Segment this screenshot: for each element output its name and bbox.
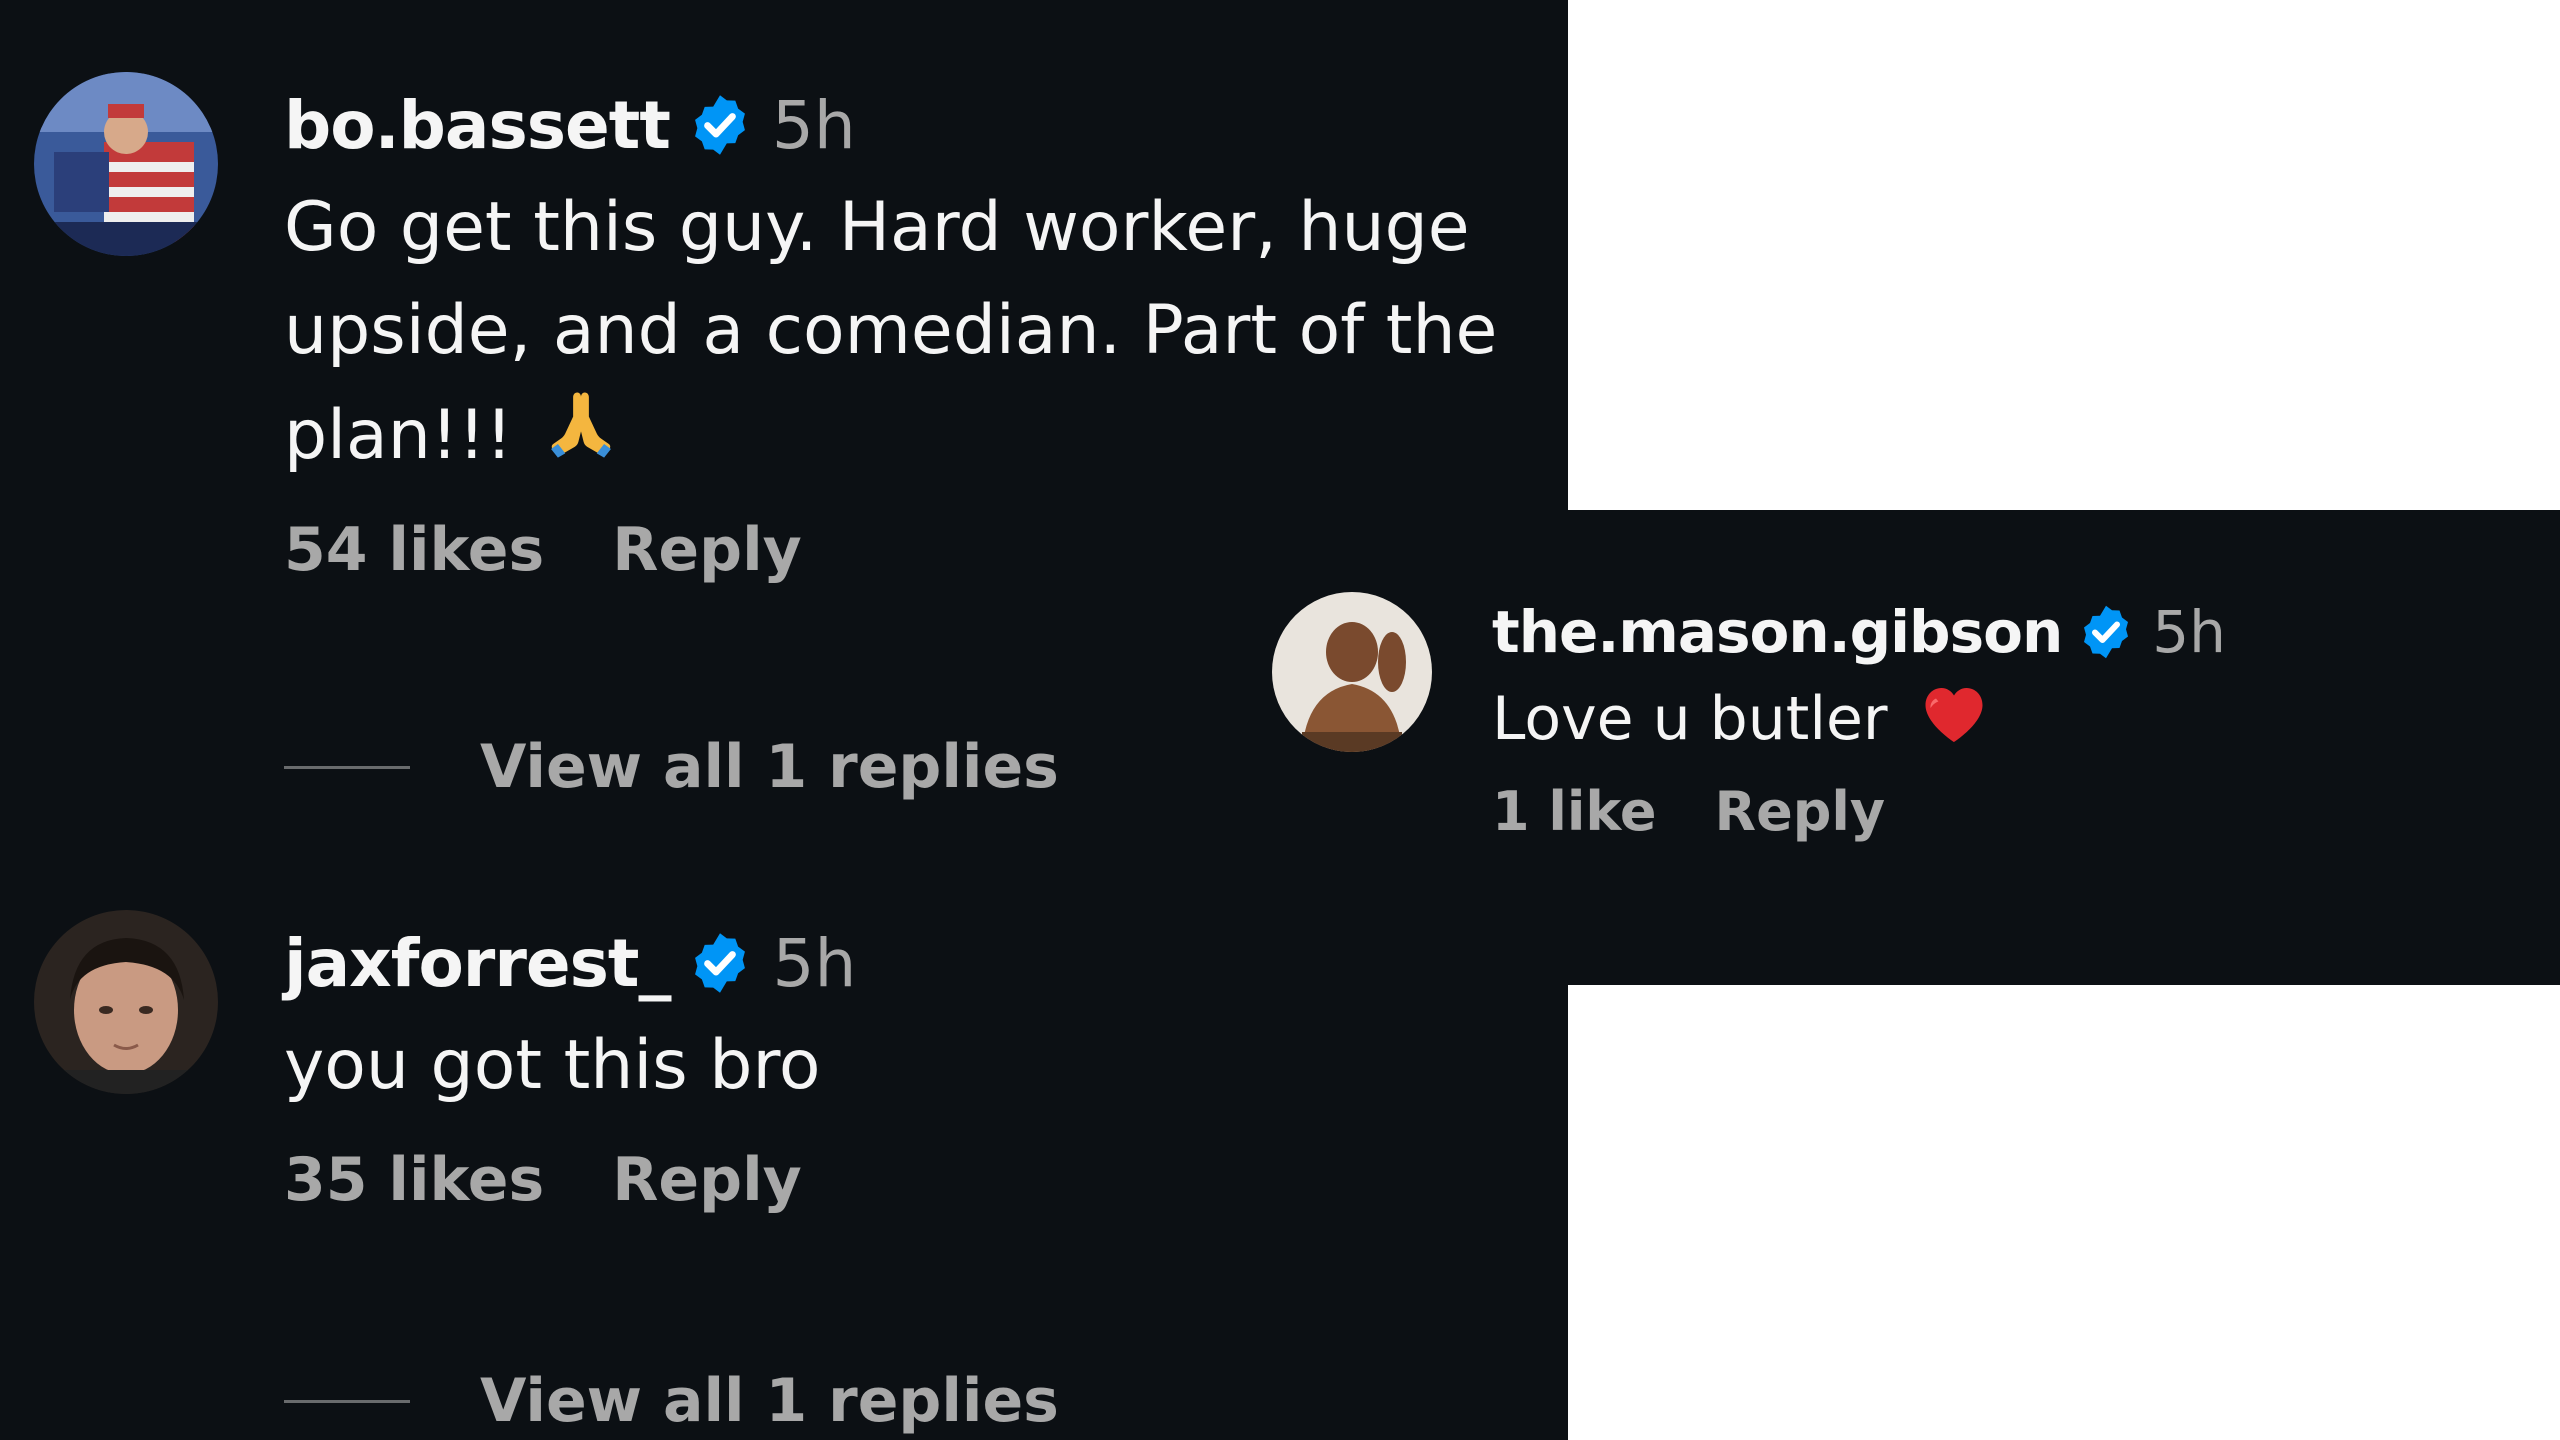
verified-badge-icon — [686, 91, 754, 159]
view-replies-button[interactable]: View all 1 replies — [284, 732, 1059, 802]
replies-divider-line — [284, 765, 410, 769]
comment-text-line-last: plan!!! — [284, 382, 1497, 487]
likes-count[interactable]: 35 likes — [284, 1145, 544, 1215]
comment-text: Love u butler — [1492, 674, 2226, 764]
avatar[interactable] — [34, 910, 218, 1094]
comment-text-line: upside, and a comedian. Part of the — [284, 291, 1498, 370]
replies-divider-line — [284, 1399, 410, 1403]
view-replies-button[interactable]: View all 1 replies — [284, 1366, 1059, 1436]
comment-text-line: Go get this guy. Hard worker, huge — [284, 188, 1470, 267]
comment-timestamp[interactable]: 5h — [2152, 598, 2226, 666]
comment-username[interactable]: jaxforrest_ — [284, 925, 671, 1002]
comment-username[interactable]: bo.bassett — [284, 87, 671, 164]
reply-button[interactable]: Reply — [1714, 780, 1885, 843]
praying-hands-icon — [539, 382, 623, 466]
reply-button[interactable]: Reply — [612, 515, 802, 585]
comment-text-line: you got this bro — [284, 1026, 821, 1105]
comment-timestamp[interactable]: 5h — [772, 87, 856, 164]
comment-username[interactable]: the.mason.gibson — [1492, 598, 2063, 666]
comment-text: you got this bro — [284, 1014, 856, 1117]
avatar[interactable] — [34, 72, 218, 256]
comment-jaxforrest: jaxforrest_ 5h you got this bro 35 likes… — [0, 820, 1568, 1440]
view-replies-label[interactable]: View all 1 replies — [480, 1366, 1059, 1436]
verified-badge-icon — [2076, 602, 2136, 662]
likes-count[interactable]: 1 like — [1492, 780, 1656, 843]
comment-text: Go get this guy. Hard worker, huge upsid… — [284, 176, 1497, 487]
avatar[interactable] — [1272, 592, 1432, 752]
view-replies-label[interactable]: View all 1 replies — [480, 732, 1059, 802]
verified-badge-icon — [686, 929, 754, 997]
comment-text-line: plan!!! — [284, 396, 513, 475]
reply-button[interactable]: Reply — [612, 1145, 802, 1215]
red-heart-icon — [1918, 679, 1990, 745]
comment-timestamp[interactable]: 5h — [772, 925, 856, 1002]
likes-count[interactable]: 54 likes — [284, 515, 544, 585]
comment-text-line: Love u butler — [1492, 684, 1888, 754]
comment-the-mason-gibson: the.mason.gibson 5h Love u butler 1 like… — [1272, 592, 2472, 912]
